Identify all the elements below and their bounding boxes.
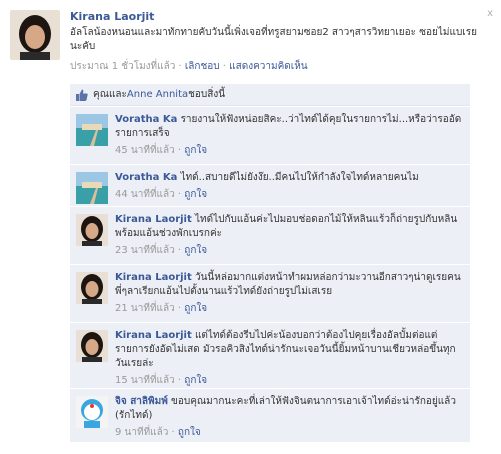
- comment-text: ไทด์..สบายดีไม่ยังง๊ย..มีคนไปให้กำลังใจไ…: [180, 172, 419, 183]
- comment-item: Kirana Laorjit ไทด์ไปกับแอ้นค่ะไปมอบช่อด…: [70, 207, 470, 265]
- post-meta: ประมาณ 1 ชั่วโมงที่แล้ว · เลิกชอบ · แสดง…: [70, 61, 308, 72]
- commenter-avatar[interactable]: [76, 114, 108, 146]
- comment-time[interactable]: 15 นาทีที่แล้ว: [115, 375, 175, 386]
- comment-item: Voratha Ka ไทด์..สบายดีไม่ยังง๊ย..มีคนไป…: [70, 165, 470, 207]
- commenter-avatar[interactable]: [76, 330, 108, 362]
- author-avatar[interactable]: [10, 10, 60, 60]
- comment-item: Kirana Laorjit วันนี้หล่อมากแต่งหน้าทำผม…: [70, 265, 470, 323]
- comment-item: Kirana Laorjit แต่ไทด์ต้องรีบไปค่ะน้องบอ…: [70, 323, 470, 389]
- commenter-avatar[interactable]: [76, 172, 108, 204]
- comment-time[interactable]: 21 นาทีที่แล้ว: [115, 303, 175, 314]
- comment-time[interactable]: 45 นาทีที่แล้ว: [115, 145, 175, 156]
- comment-time[interactable]: 44 นาทีที่แล้ว: [115, 189, 175, 200]
- comment-list: Voratha Ka รายงานให้ฟังหน่อยสิคะ..ว่าไทด…: [70, 107, 470, 443]
- close-icon[interactable]: x: [487, 8, 493, 19]
- comment-time[interactable]: 23 นาทีที่แล้ว: [115, 245, 175, 256]
- commenter-avatar[interactable]: [76, 272, 108, 304]
- liker-link[interactable]: Anne Annita: [127, 89, 188, 100]
- comment-like-link[interactable]: ถูกใจ: [184, 303, 207, 314]
- commenter-avatar[interactable]: [76, 214, 108, 246]
- post-time[interactable]: ประมาณ 1 ชั่วโมงที่แล้ว: [70, 61, 175, 72]
- comment-like-link[interactable]: ถูกใจ: [184, 189, 207, 200]
- comment-like-link[interactable]: ถูกใจ: [184, 145, 207, 156]
- comment-author-link[interactable]: Kirana Laorjit: [115, 214, 192, 225]
- likes-bar: คุณและ Anne Annita ชอบสิ่งนี้: [70, 84, 470, 106]
- comment-link[interactable]: แสดงความคิดเห็น: [229, 61, 307, 72]
- comment-like-link[interactable]: ถูกใจ: [184, 245, 207, 256]
- comment-author-link[interactable]: Kirana Laorjit: [115, 330, 192, 341]
- comment-item: Voratha Ka รายงานให้ฟังหน่อยสิคะ..ว่าไทด…: [70, 107, 470, 165]
- unlike-link[interactable]: เลิกชอบ: [185, 61, 220, 72]
- comment-author-link[interactable]: Kirana Laorjit: [115, 272, 192, 283]
- post-message: อัลโลน้องหนอนและมาทักทายคับวันนี้เพิ่งเจ…: [70, 27, 477, 52]
- comment-like-link[interactable]: ถูกใจ: [184, 375, 207, 386]
- comment-item: จิจ สาลิพิมพ์ ขอบคุณมากนะคะที่เล่าให้ฟัง…: [70, 389, 470, 443]
- comment-author-link[interactable]: Voratha Ka: [115, 172, 177, 183]
- post-author-link[interactable]: Kirana Laorjit: [70, 10, 480, 23]
- commenter-avatar[interactable]: [76, 396, 108, 428]
- comment-author-link[interactable]: Voratha Ka: [115, 114, 177, 125]
- comment-time[interactable]: 9 นาทีที่แล้ว: [115, 427, 168, 438]
- thumbs-up-icon: [76, 89, 88, 101]
- comment-like-link[interactable]: ถูกใจ: [178, 427, 201, 438]
- comment-author-link[interactable]: จิจ สาลิพิมพ์: [115, 396, 168, 407]
